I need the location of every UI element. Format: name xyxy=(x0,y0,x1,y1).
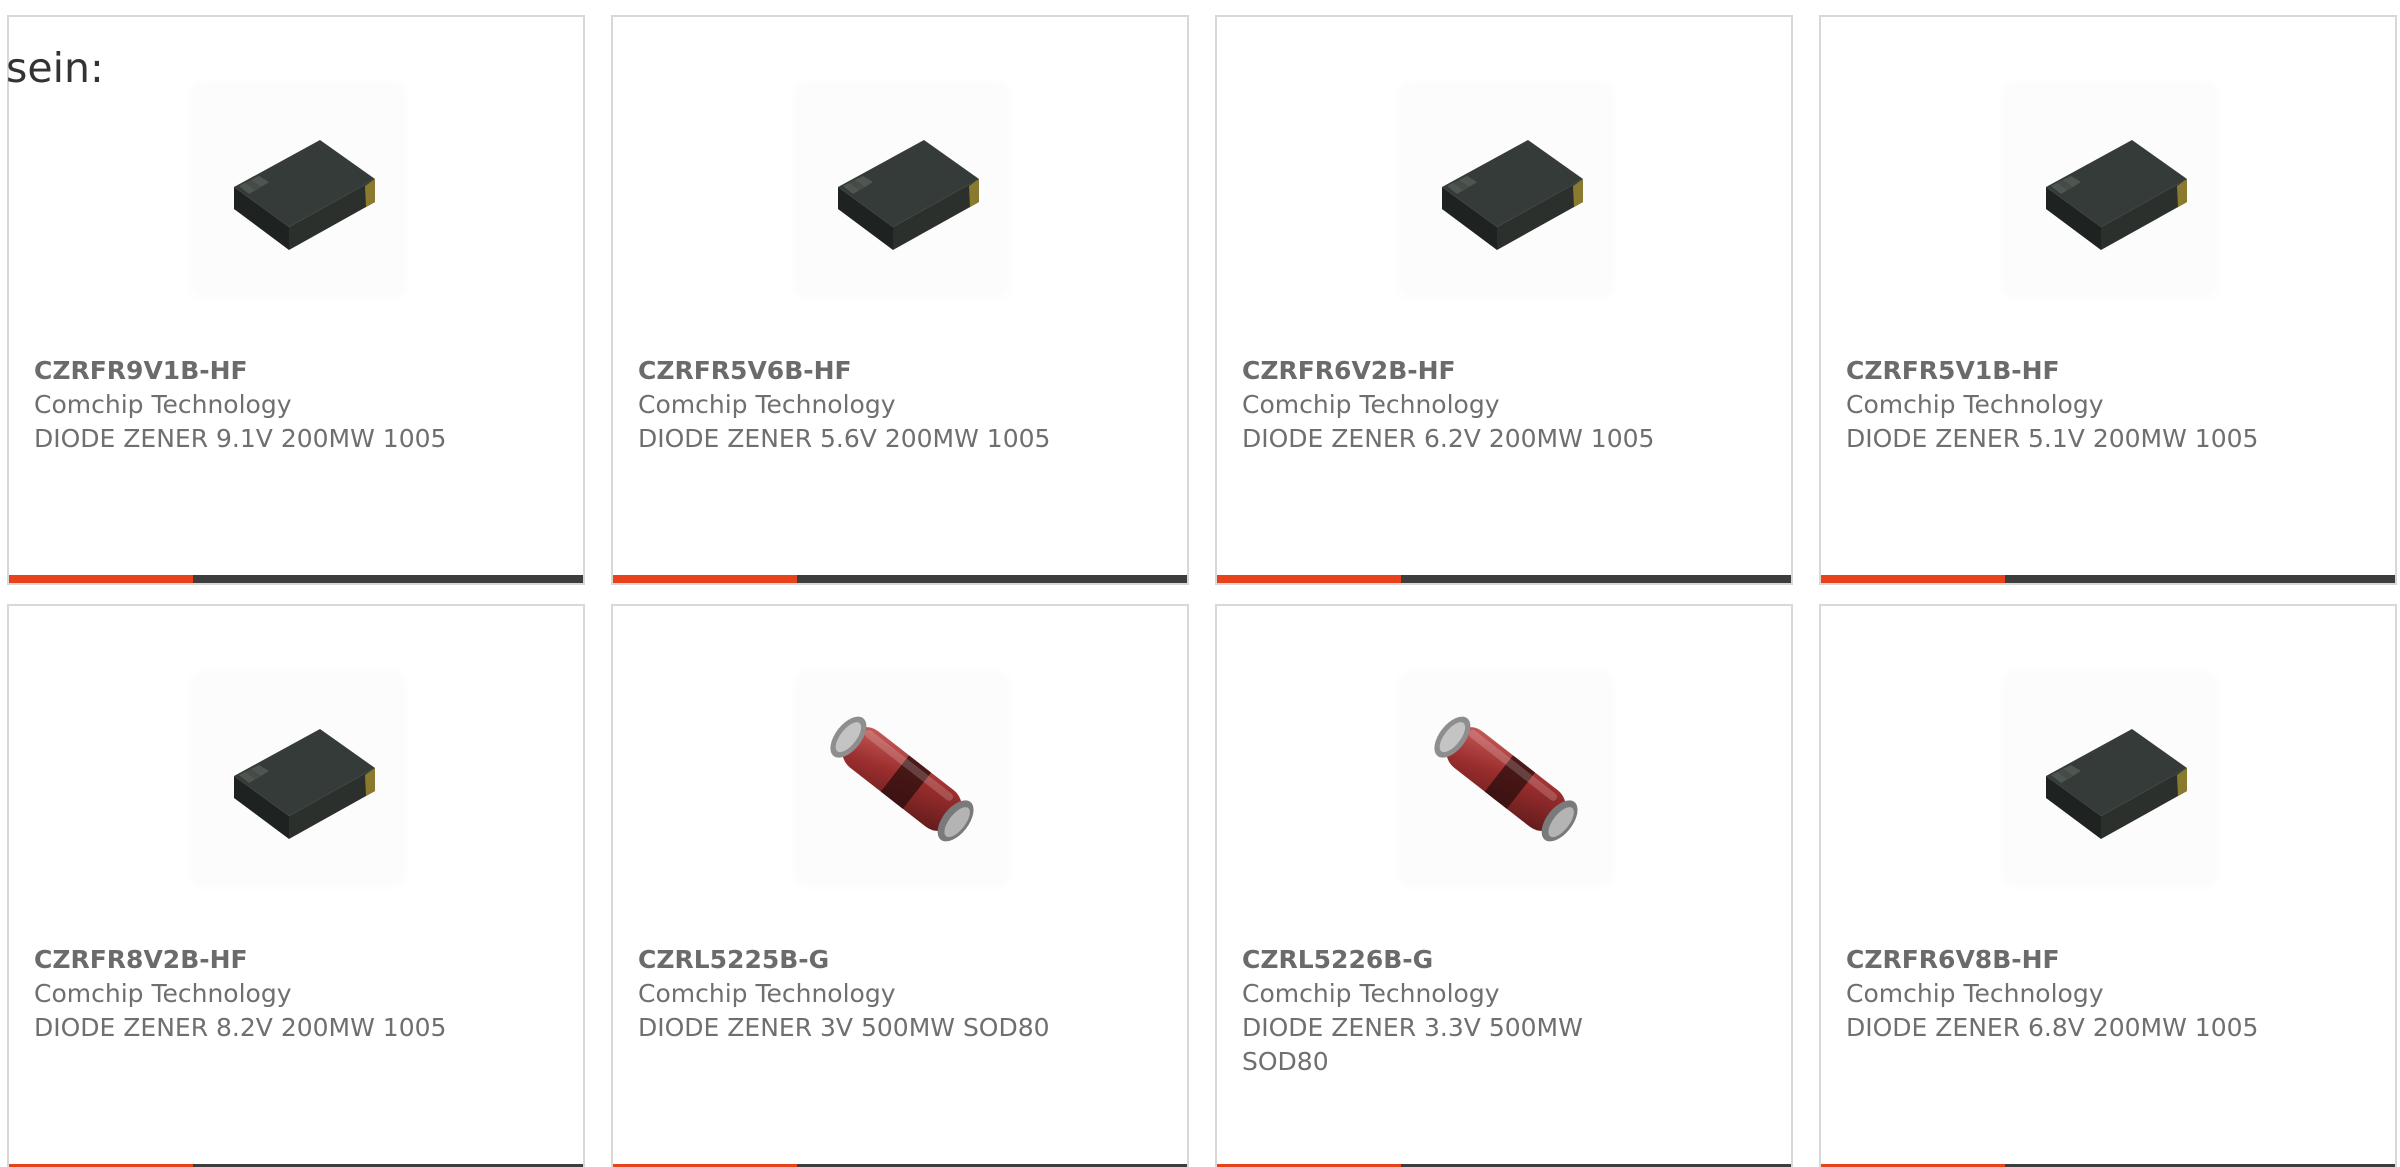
product-info: CZRFR9V1B-HF Comchip Technology DIODE ZE… xyxy=(34,354,544,456)
card-bar-accent xyxy=(1217,575,1401,583)
card-bar-accent xyxy=(613,575,797,583)
smd-chip-diode-image[interactable] xyxy=(799,87,1005,293)
product-description: DIODE ZENER 8.2V 200MW 1005 xyxy=(34,1013,447,1042)
part-number-link[interactable]: CZRFR6V2B-HF xyxy=(1242,354,1752,388)
product-card[interactable]: CZRL5226B-G Comchip Technology DIODE ZEN… xyxy=(1215,604,1793,1167)
product-info: CZRL5226B-G Comchip Technology DIODE ZEN… xyxy=(1242,943,1642,1079)
product-description: DIODE ZENER 3.3V 500MW SOD80 xyxy=(1242,1013,1583,1076)
product-description: DIODE ZENER 5.6V 200MW 1005 xyxy=(638,424,1051,453)
smd-chip-diode-image[interactable] xyxy=(2007,87,2213,293)
intro-text: sein: xyxy=(6,44,104,92)
card-bar-accent xyxy=(1821,575,2005,583)
product-card[interactable]: CZRFR5V1B-HF Comchip Technology DIODE ZE… xyxy=(1819,15,2397,585)
product-info: CZRFR6V8B-HF Comchip Technology DIODE ZE… xyxy=(1846,943,2356,1045)
manufacturer-name: Comchip Technology xyxy=(34,979,292,1008)
manufacturer-name: Comchip Technology xyxy=(1242,390,1500,419)
smd-chip-diode-image[interactable] xyxy=(2007,676,2213,882)
part-number-link[interactable]: CZRFR5V1B-HF xyxy=(1846,354,2356,388)
part-number-link[interactable]: CZRFR9V1B-HF xyxy=(34,354,544,388)
part-number-link[interactable]: CZRFR8V2B-HF xyxy=(34,943,544,977)
card-bottom-bar xyxy=(1821,575,2395,583)
product-description: DIODE ZENER 5.1V 200MW 1005 xyxy=(1846,424,2259,453)
product-info: CZRFR6V2B-HF Comchip Technology DIODE ZE… xyxy=(1242,354,1752,456)
card-bottom-bar xyxy=(1217,575,1791,583)
smd-chip-diode-image[interactable] xyxy=(195,87,401,293)
product-card[interactable]: CZRL5225B-G Comchip Technology DIODE ZEN… xyxy=(611,604,1189,1167)
manufacturer-name: Comchip Technology xyxy=(1846,390,2104,419)
smd-chip-diode-image[interactable] xyxy=(1403,87,1609,293)
product-info: CZRFR5V1B-HF Comchip Technology DIODE ZE… xyxy=(1846,354,2356,456)
product-description: DIODE ZENER 3V 500MW SOD80 xyxy=(638,1013,1050,1042)
product-info: CZRFR5V6B-HF Comchip Technology DIODE ZE… xyxy=(638,354,1148,456)
smd-chip-diode-image[interactable] xyxy=(195,676,401,882)
product-grid-page: sein: CZRFR9V1B-HF Comchip Technology DI… xyxy=(0,0,2400,1167)
glass-melf-diode-image[interactable] xyxy=(799,676,1005,882)
part-number-link[interactable]: CZRFR6V8B-HF xyxy=(1846,943,2356,977)
product-card[interactable]: CZRFR6V2B-HF Comchip Technology DIODE ZE… xyxy=(1215,15,1793,585)
part-number-link[interactable]: CZRL5225B-G xyxy=(638,943,1148,977)
manufacturer-name: Comchip Technology xyxy=(638,979,896,1008)
card-bottom-bar xyxy=(9,575,583,583)
manufacturer-name: Comchip Technology xyxy=(34,390,292,419)
product-card[interactable]: CZRFR8V2B-HF Comchip Technology DIODE ZE… xyxy=(7,604,585,1167)
card-bottom-bar xyxy=(613,575,1187,583)
product-card[interactable]: CZRFR9V1B-HF Comchip Technology DIODE ZE… xyxy=(7,15,585,585)
manufacturer-name: Comchip Technology xyxy=(1846,979,2104,1008)
product-description: DIODE ZENER 9.1V 200MW 1005 xyxy=(34,424,447,453)
product-info: CZRL5225B-G Comchip Technology DIODE ZEN… xyxy=(638,943,1148,1045)
part-number-link[interactable]: CZRFR5V6B-HF xyxy=(638,354,1148,388)
card-bar-accent xyxy=(9,575,193,583)
manufacturer-name: Comchip Technology xyxy=(1242,979,1500,1008)
manufacturer-name: Comchip Technology xyxy=(638,390,896,419)
glass-melf-diode-image[interactable] xyxy=(1403,676,1609,882)
product-info: CZRFR8V2B-HF Comchip Technology DIODE ZE… xyxy=(34,943,544,1045)
product-card[interactable]: CZRFR5V6B-HF Comchip Technology DIODE ZE… xyxy=(611,15,1189,585)
product-description: DIODE ZENER 6.8V 200MW 1005 xyxy=(1846,1013,2259,1042)
product-card[interactable]: CZRFR6V8B-HF Comchip Technology DIODE ZE… xyxy=(1819,604,2397,1167)
product-description: DIODE ZENER 6.2V 200MW 1005 xyxy=(1242,424,1655,453)
part-number-link[interactable]: CZRL5226B-G xyxy=(1242,943,1642,977)
